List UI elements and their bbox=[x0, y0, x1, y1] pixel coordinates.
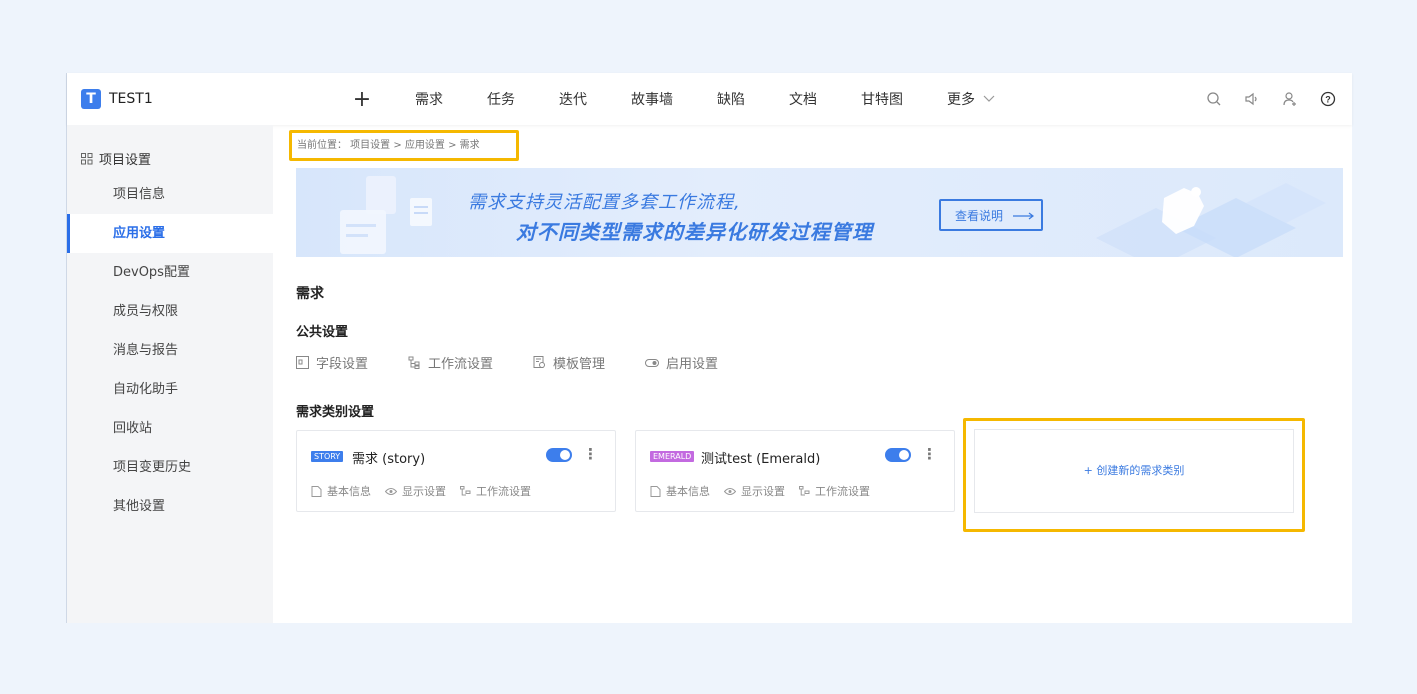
grid-icon bbox=[81, 152, 93, 164]
workflow-settings-label: 工作流设置 bbox=[815, 485, 870, 498]
create-type-button[interactable]: + 创建新的需求类别 bbox=[974, 429, 1294, 513]
sidebar-item-other[interactable]: 其他设置 bbox=[67, 487, 273, 526]
workflow-settings-label: 工作流设置 bbox=[428, 357, 494, 372]
display-settings-label: 显示设置 bbox=[741, 485, 785, 498]
workflow-settings-link[interactable]: 工作流设置 bbox=[460, 483, 531, 499]
enable-settings-link[interactable]: 启用设置 bbox=[645, 353, 718, 372]
sidebar-heading: 项目设置 bbox=[81, 149, 151, 168]
main-content: 当前位置： 项目设置 > 应用设置 > 需求 需求支持灵活配置多套工作流程, 对… bbox=[273, 125, 1352, 623]
type-card-links: 基本信息 显示设置 工作流设置 bbox=[311, 483, 531, 499]
enable-toggle[interactable] bbox=[546, 448, 572, 462]
types-settings-title: 需求类别设置 bbox=[296, 405, 375, 420]
sidebar: 项目设置 项目信息 应用设置 DevOps配置 成员与权限 消息与报告 自动化助… bbox=[67, 125, 273, 623]
view-docs-button[interactable]: 查看说明 bbox=[939, 199, 1043, 231]
nav-more[interactable]: 更多 bbox=[947, 89, 995, 109]
workflow-settings-link[interactable]: 工作流设置 bbox=[408, 353, 493, 372]
nav-tasks[interactable]: 任务 bbox=[487, 89, 515, 109]
template-management-label: 模板管理 bbox=[553, 357, 606, 372]
banner-line-1: 需求支持灵活配置多套工作流程, bbox=[468, 192, 741, 213]
doc-icon bbox=[650, 485, 661, 497]
chevron-down-icon bbox=[983, 95, 995, 102]
puzzle-illustration bbox=[1096, 183, 1326, 257]
create-type-highlight: + 创建新的需求类别 bbox=[963, 418, 1305, 532]
field-icon bbox=[296, 356, 309, 369]
nav-gantt[interactable]: 甘特图 bbox=[861, 89, 903, 109]
enable-settings-label: 启用设置 bbox=[666, 357, 719, 372]
workflow-settings-link[interactable]: 工作流设置 bbox=[799, 483, 870, 499]
help-icon[interactable]: ? bbox=[1320, 91, 1336, 107]
top-bar: T TEST1 + 需求 任务 迭代 故事墙 缺陷 文档 甘特图 更多 ? bbox=[67, 73, 1352, 125]
sidebar-item-messages[interactable]: 消息与报告 bbox=[67, 331, 273, 370]
project-name[interactable]: TEST1 bbox=[109, 91, 153, 107]
sidebar-item-history[interactable]: 项目变更历史 bbox=[67, 448, 273, 487]
public-settings-title: 公共设置 bbox=[296, 325, 349, 340]
banner-line-2: 对不同类型需求的差异化研发过程管理 bbox=[516, 220, 873, 244]
nav-story-wall[interactable]: 故事墙 bbox=[631, 89, 673, 109]
sidebar-item-project-info[interactable]: 项目信息 bbox=[67, 175, 273, 214]
search-icon[interactable] bbox=[1206, 91, 1222, 107]
basic-info-link[interactable]: 基本信息 bbox=[311, 483, 371, 499]
type-tag-emerald: EMERALD bbox=[650, 451, 695, 462]
sidebar-item-app-settings[interactable]: 应用设置 bbox=[67, 214, 273, 253]
breadcrumb: 当前位置： 项目设置 > 应用设置 > 需求 bbox=[289, 130, 519, 161]
public-settings-links: 字段设置 工作流设置 模板管理 启用设置 bbox=[296, 353, 718, 372]
type-card-title: 测试test (Emerald) bbox=[701, 452, 821, 467]
eye-icon bbox=[385, 487, 397, 495]
more-options-icon[interactable]: ⋮ bbox=[583, 445, 598, 463]
arrow-right-icon bbox=[1012, 212, 1034, 220]
view-docs-label: 查看说明 bbox=[955, 209, 1004, 223]
page-title: 需求 bbox=[296, 286, 324, 302]
main-nav: + 需求 任务 迭代 故事墙 缺陷 文档 甘特图 更多 bbox=[347, 73, 1039, 125]
banner-doc-illustration bbox=[340, 176, 432, 254]
sidebar-item-recycle-bin[interactable]: 回收站 bbox=[67, 409, 273, 448]
top-right-tools: ? bbox=[1206, 91, 1336, 107]
type-card-story[interactable]: STORY 需求 (story) ⋮ 基本信息 显示设置 工作流设置 bbox=[296, 430, 616, 512]
svg-text:?: ? bbox=[1325, 95, 1331, 105]
eye-icon bbox=[724, 487, 736, 495]
enable-toggle[interactable] bbox=[885, 448, 911, 462]
create-plus-button[interactable]: + bbox=[347, 87, 377, 112]
type-card-links: 基本信息 显示设置 工作流设置 bbox=[650, 483, 870, 499]
nav-more-label: 更多 bbox=[947, 92, 975, 108]
workflow-icon bbox=[408, 356, 420, 369]
display-settings-label: 显示设置 bbox=[402, 485, 446, 498]
sidebar-heading-label: 项目设置 bbox=[99, 153, 152, 168]
user-add-icon[interactable] bbox=[1282, 91, 1298, 107]
workflow-icon bbox=[799, 485, 810, 495]
promo-banner: 需求支持灵活配置多套工作流程, 对不同类型需求的差异化研发过程管理 查看说明 bbox=[296, 168, 1343, 257]
toggle-icon bbox=[645, 358, 660, 367]
template-management-link[interactable]: 模板管理 bbox=[533, 353, 605, 372]
speaker-icon[interactable] bbox=[1244, 91, 1260, 107]
basic-info-link[interactable]: 基本信息 bbox=[650, 483, 710, 499]
type-card-emerald[interactable]: EMERALD 测试test (Emerald) ⋮ 基本信息 显示设置 工作流… bbox=[635, 430, 955, 512]
field-settings-label: 字段设置 bbox=[316, 357, 369, 372]
type-tag-story: STORY bbox=[311, 451, 344, 462]
nav-docs[interactable]: 文档 bbox=[789, 89, 817, 109]
workflow-icon bbox=[460, 485, 471, 495]
sidebar-item-automation[interactable]: 自动化助手 bbox=[67, 370, 273, 409]
field-settings-link[interactable]: 字段设置 bbox=[296, 353, 368, 372]
more-options-icon[interactable]: ⋮ bbox=[922, 445, 937, 463]
basic-info-label: 基本信息 bbox=[666, 485, 710, 498]
type-card-title: 需求 (story) bbox=[352, 452, 426, 467]
nav-requirements[interactable]: 需求 bbox=[415, 89, 443, 109]
nav-iterations[interactable]: 迭代 bbox=[559, 89, 587, 109]
display-settings-link[interactable]: 显示设置 bbox=[385, 483, 446, 499]
project-logo[interactable]: T bbox=[81, 89, 101, 109]
app-window: T TEST1 + 需求 任务 迭代 故事墙 缺陷 文档 甘特图 更多 ? 项目… bbox=[66, 73, 1352, 623]
sidebar-item-devops[interactable]: DevOps配置 bbox=[67, 253, 273, 292]
basic-info-label: 基本信息 bbox=[327, 485, 371, 498]
doc-icon bbox=[311, 485, 322, 497]
display-settings-link[interactable]: 显示设置 bbox=[724, 483, 785, 499]
sidebar-item-members[interactable]: 成员与权限 bbox=[67, 292, 273, 331]
workflow-settings-label: 工作流设置 bbox=[476, 485, 531, 498]
template-icon bbox=[533, 356, 546, 368]
nav-defects[interactable]: 缺陷 bbox=[717, 89, 745, 109]
